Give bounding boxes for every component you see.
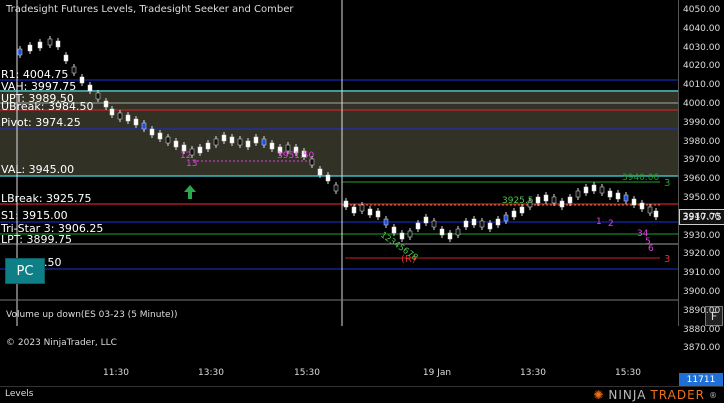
price-tick: 3980.00	[683, 136, 721, 147]
price-chart[interactable]: 3951.50 3925.5 3940.00 (R) 3 3 12345678 …	[0, 0, 678, 326]
s1-label: S1: 3915.00	[1, 209, 68, 222]
seq-magenta-e: 2	[608, 219, 614, 229]
time-label-6: 15:30	[615, 368, 641, 378]
price-tick: 4040.00	[683, 23, 721, 34]
indicator-label: Volume up down(ES 03-23 (5 Minute))	[6, 310, 178, 320]
chart-window: 3951.50 3925.5 3940.00 (R) 3 3 12345678 …	[0, 0, 724, 403]
price-axis[interactable]: 3917.75 4050.00 4040.00 4030.00 4020.00 4010…	[678, 0, 724, 353]
brand-main: NINJA	[608, 388, 647, 402]
marker-3925: 3925.5	[502, 196, 534, 206]
pivot-label: Pivot: 3974.25	[1, 116, 81, 129]
price-tick: 3910.00	[683, 268, 721, 279]
pc-button[interactable]: PC	[5, 258, 45, 284]
levels-tab[interactable]: Levels	[5, 389, 33, 399]
price-tick: 4050.00	[683, 5, 721, 15]
time-label-1: 11:30	[103, 368, 129, 378]
time-label-5: 13:30	[520, 368, 546, 378]
time-label-3: 15:30	[294, 368, 320, 378]
price-tick: 3940.00	[683, 211, 721, 222]
price-tick: 3970.00	[683, 155, 721, 166]
price-tick: 3920.00	[683, 249, 721, 260]
price-tick: 3890.00	[683, 305, 721, 316]
time-label-4: 19 Jan	[422, 368, 452, 378]
seq-magenta-c: 13	[186, 159, 197, 169]
price-tick: 4000.00	[683, 99, 721, 109]
price-tick: 4030.00	[683, 42, 721, 53]
seq-magenta-h: 6	[648, 244, 654, 254]
ninja-star-icon: ✺	[593, 388, 605, 402]
price-tick: 3930.00	[683, 230, 721, 241]
chart-title: Tradesight Futures Levels, Tradesight Se…	[6, 4, 294, 15]
price-tick: 3950.00	[683, 193, 721, 203]
seq-magenta-d: 1	[596, 217, 602, 227]
time-label-2: 13:30	[198, 368, 224, 378]
price-tick: 3960.00	[683, 174, 721, 185]
volume-tag: 11711	[679, 373, 723, 386]
lbreak-label: LBreak: 3925.75	[1, 192, 92, 205]
ninjatrader-logo: ✺ NINJA TRADER ®	[593, 388, 718, 402]
marker-3951: 3951.50	[277, 151, 314, 161]
copyright: © 2023 NinjaTrader, LLC	[6, 338, 117, 348]
level-count-3a: 3	[664, 178, 670, 189]
ubreak-label: UBreak: 3984.50	[1, 100, 94, 113]
price-tick: 3880.00	[683, 324, 721, 335]
marker-3940: 3940.00	[622, 173, 659, 183]
price-tick: 4010.00	[683, 80, 721, 91]
price-tick: 3870.00	[683, 343, 721, 354]
val-label: VAL: 3945.00	[1, 163, 75, 176]
price-tick: 3990.00	[683, 117, 721, 128]
level-count-3b: 3	[664, 254, 670, 265]
brand-reg: ®	[709, 390, 718, 400]
lpt-label: LPT: 3899.75	[1, 233, 72, 246]
brand-accent: TRADER	[650, 388, 705, 402]
price-tick: 3900.00	[683, 287, 721, 297]
price-tick: 4020.00	[683, 61, 721, 72]
up-arrow-icon	[184, 185, 196, 199]
